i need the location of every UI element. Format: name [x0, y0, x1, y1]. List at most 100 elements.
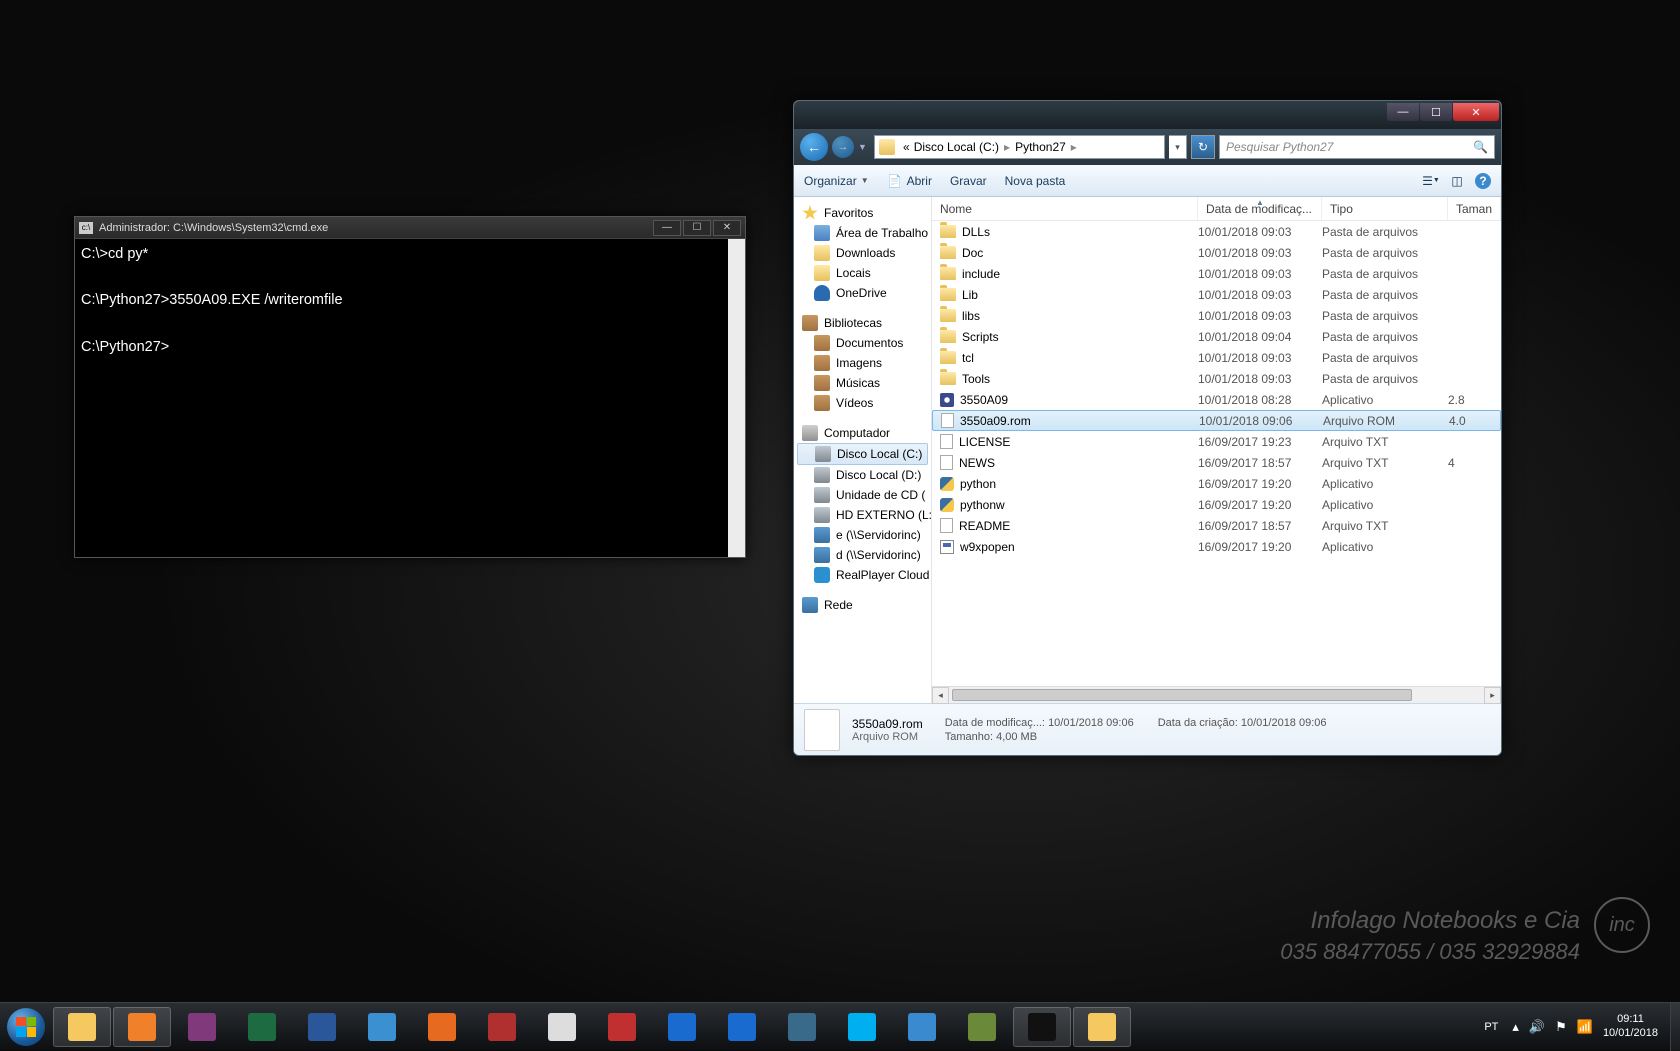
taskbar-item-app1[interactable] — [773, 1007, 831, 1047]
file-row[interactable]: pythonw 16/09/2017 19:20 Aplicativo — [932, 494, 1501, 515]
cmd-titlebar[interactable]: c:\ Administrador: C:\Windows\System32\c… — [75, 217, 745, 239]
start-button[interactable] — [0, 1003, 52, 1051]
sidebar-item[interactable]: HD EXTERNO (L: — [794, 505, 931, 525]
sidebar-item[interactable]: Disco Local (D:) — [794, 465, 931, 485]
organize-button[interactable]: Organizar▼ — [804, 174, 869, 188]
taskbar-clock[interactable]: 09:11 10/01/2018 — [1603, 1013, 1664, 1039]
sidebar-item[interactable]: OneDrive — [794, 283, 931, 303]
explorer-close-button[interactable]: ✕ — [1453, 103, 1499, 121]
column-name[interactable]: Nome — [932, 197, 1198, 220]
sidebar-item[interactable]: Locais — [794, 263, 931, 283]
column-size[interactable]: Taman — [1448, 197, 1501, 220]
cmd-scrollbar[interactable] — [728, 239, 745, 557]
taskbar-item-chrome[interactable] — [533, 1007, 591, 1047]
show-desktop-button[interactable] — [1670, 1003, 1680, 1051]
file-row[interactable]: Tools 10/01/2018 09:03 Pasta de arquivos — [932, 368, 1501, 389]
new-folder-button[interactable]: Nova pasta — [1005, 174, 1066, 188]
file-list[interactable]: DLLs 10/01/2018 09:03 Pasta de arquivos … — [932, 221, 1501, 686]
taskbar-item-cmd[interactable] — [1013, 1007, 1071, 1047]
sidebar-item[interactable]: Área de Trabalho — [794, 223, 931, 243]
file-row[interactable]: libs 10/01/2018 09:03 Pasta de arquivos — [932, 305, 1501, 326]
address-dropdown[interactable]: ▾ — [1169, 135, 1187, 159]
file-row[interactable]: LICENSE 16/09/2017 19:23 Arquivo TXT — [932, 431, 1501, 452]
taskbar-item-firefox[interactable] — [413, 1007, 471, 1047]
tray-expand-icon[interactable]: ▴ — [1512, 1019, 1519, 1035]
view-options-button[interactable]: ☰▼ — [1423, 173, 1439, 189]
file-row[interactable]: DLLs 10/01/2018 09:03 Pasta de arquivos — [932, 221, 1501, 242]
sidebar-item[interactable]: Músicas — [794, 373, 931, 393]
burn-button[interactable]: Gravar — [950, 174, 987, 188]
sidebar-item[interactable]: Unidade de CD ( — [794, 485, 931, 505]
taskbar-item-excel[interactable] — [233, 1007, 291, 1047]
file-row[interactable]: include 10/01/2018 09:03 Pasta de arquiv… — [932, 263, 1501, 284]
scroll-right-button[interactable]: ▸ — [1484, 687, 1501, 704]
cmd-maximize-button[interactable]: ☐ — [683, 220, 711, 236]
cmd-minimize-button[interactable]: — — [653, 220, 681, 236]
search-input[interactable]: Pesquisar Python27 🔍 — [1219, 135, 1495, 159]
address-bar[interactable]: « Disco Local (C:) ▸ Python27 ▸ — [874, 135, 1165, 159]
sidebar-item[interactable]: Vídeos — [794, 393, 931, 413]
cmd-close-button[interactable]: ✕ — [713, 220, 741, 236]
taskbar-item-app2[interactable] — [893, 1007, 951, 1047]
taskbar-item-skype[interactable] — [833, 1007, 891, 1047]
sidebar-group-header[interactable]: Rede — [794, 595, 931, 615]
taskbar-item-tool[interactable] — [473, 1007, 531, 1047]
horizontal-scrollbar[interactable]: ◂ ▸ — [932, 686, 1501, 703]
sidebar-group-header[interactable]: Bibliotecas — [794, 313, 931, 333]
sidebar-item[interactable]: Disco Local (C:) — [797, 443, 928, 465]
taskbar-item-teamviewer[interactable] — [653, 1007, 711, 1047]
column-type[interactable]: Tipo — [1322, 197, 1448, 220]
taskbar-item-word[interactable] — [293, 1007, 351, 1047]
volume-icon[interactable]: 🔊 — [1529, 1019, 1545, 1035]
sidebar-item[interactable]: e (\\Servidorinc) — [794, 525, 931, 545]
explorer-minimize-button[interactable]: — — [1387, 103, 1419, 121]
file-row[interactable]: NEWS 16/09/2017 18:57 Arquivo TXT 4 — [932, 452, 1501, 473]
scroll-left-button[interactable]: ◂ — [932, 687, 949, 704]
preview-pane-button[interactable]: ◫ — [1449, 173, 1465, 189]
breadcrumb-part[interactable]: Python27 — [1013, 140, 1068, 154]
network-icon[interactable]: 📶 — [1577, 1019, 1593, 1035]
cmd-window[interactable]: c:\ Administrador: C:\Windows\System32\c… — [74, 216, 746, 558]
nav-forward-button[interactable]: → — [832, 136, 854, 158]
sidebar-item[interactable]: Downloads — [794, 243, 931, 263]
sidebar-item[interactable]: RealPlayer Cloud — [794, 565, 931, 585]
taskbar-item-calc[interactable] — [953, 1007, 1011, 1047]
file-row[interactable]: README 16/09/2017 18:57 Arquivo TXT — [932, 515, 1501, 536]
cmd-output: C:\>cd py* C:\Python27>3550A09.EXE /writ… — [81, 243, 739, 359]
explorer-maximize-button[interactable]: ☐ — [1420, 103, 1452, 121]
nav-history-dropdown[interactable]: ▼ — [858, 142, 870, 152]
flag-icon[interactable]: ⚑ — [1555, 1019, 1567, 1035]
file-row[interactable]: Lib 10/01/2018 09:03 Pasta de arquivos — [932, 284, 1501, 305]
file-row[interactable]: tcl 10/01/2018 09:03 Pasta de arquivos — [932, 347, 1501, 368]
language-indicator[interactable]: PT — [1480, 1019, 1502, 1035]
firefox-icon — [428, 1013, 456, 1041]
taskbar-item-wmp[interactable] — [113, 1007, 171, 1047]
taskbar-item-ie[interactable] — [353, 1007, 411, 1047]
sidebar-group-header[interactable]: Favoritos — [794, 203, 931, 223]
open-button[interactable]: 📄Abrir — [887, 173, 932, 189]
help-button[interactable]: ? — [1475, 173, 1491, 189]
scroll-thumb[interactable] — [952, 689, 1412, 701]
explorer-titlebar[interactable]: — ☐ ✕ — [794, 101, 1501, 129]
taskbar-item-explorer[interactable] — [53, 1007, 111, 1047]
sidebar-item[interactable]: d (\\Servidorinc) — [794, 545, 931, 565]
nav-back-button[interactable]: ← — [800, 133, 828, 161]
sidebar-item[interactable]: Documentos — [794, 333, 931, 353]
taskbar-item-onenote[interactable] — [173, 1007, 231, 1047]
sidebar-group-header[interactable]: Computador — [794, 423, 931, 443]
sidebar-item[interactable]: Imagens — [794, 353, 931, 373]
file-row[interactable]: 3550a09.rom 10/01/2018 09:06 Arquivo ROM… — [932, 410, 1501, 431]
file-row[interactable]: Scripts 10/01/2018 09:04 Pasta de arquiv… — [932, 326, 1501, 347]
taskbar-item-outlook[interactable] — [713, 1007, 771, 1047]
cmd-body[interactable]: C:\>cd py* C:\Python27>3550A09.EXE /writ… — [75, 239, 745, 557]
file-row[interactable]: Doc 10/01/2018 09:03 Pasta de arquivos — [932, 242, 1501, 263]
refresh-button[interactable]: ↻ — [1191, 135, 1215, 159]
file-row[interactable]: python 16/09/2017 19:20 Aplicativo — [932, 473, 1501, 494]
explorer-window[interactable]: — ☐ ✕ ← → ▼ « Disco Local (C:) ▸ Python2… — [793, 100, 1502, 756]
file-row[interactable]: w9xpopen 16/09/2017 19:20 Aplicativo — [932, 536, 1501, 557]
breadcrumb-part[interactable]: Disco Local (C:) — [912, 140, 1001, 154]
taskbar-item-pdf[interactable] — [593, 1007, 651, 1047]
taskbar-item-explorer2[interactable] — [1073, 1007, 1131, 1047]
file-row[interactable]: 3550A09 10/01/2018 08:28 Aplicativo 2.8 — [932, 389, 1501, 410]
details-filename: 3550a09.rom — [852, 717, 923, 731]
